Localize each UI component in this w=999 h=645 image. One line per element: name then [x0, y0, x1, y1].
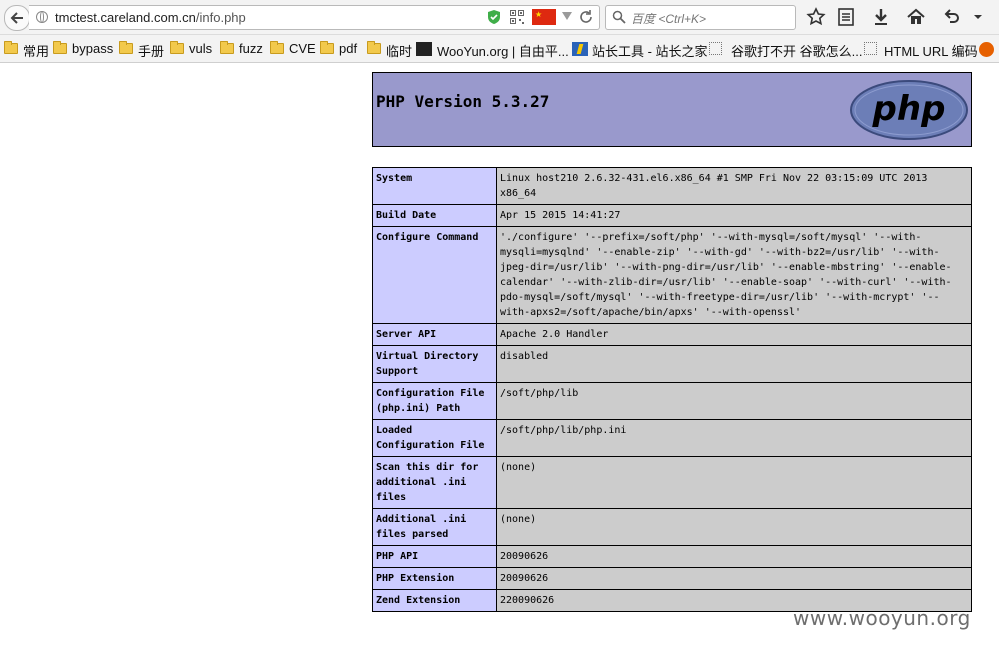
search-placeholder: 百度 <Ctrl+K>	[631, 12, 707, 26]
bookmark-label: 临时	[386, 44, 413, 59]
row-key: PHP API	[372, 545, 497, 568]
chevron-down-icon	[974, 15, 982, 19]
url-text[interactable]: tmctest.careland.com.cn/info.php	[55, 10, 246, 25]
page-icon	[709, 42, 722, 55]
row-value: (none)	[496, 456, 972, 509]
china-flag-icon[interactable]: ★	[532, 9, 556, 25]
page-icon	[864, 42, 877, 55]
table-row: Build Date Apr 15 2015 14:41:27	[372, 204, 972, 227]
bookmark-label: CVE	[289, 41, 316, 56]
back-arrow-icon	[10, 12, 23, 24]
chevron-down-icon[interactable]	[562, 12, 572, 20]
folder-icon	[367, 41, 381, 54]
bookmark-label: 手册	[138, 44, 165, 59]
bookmark-label: 常用	[23, 44, 50, 59]
table-row: Loaded Configuration File/soft/php/lib/p…	[372, 419, 972, 457]
folder-icon	[53, 41, 67, 54]
undo-icon	[944, 9, 959, 23]
bookmark-label: 谷歌打不开 谷歌怎么...	[731, 44, 863, 59]
row-value: Apr 15 2015 14:41:27	[496, 204, 972, 227]
bookmark-item[interactable]	[979, 41, 997, 57]
address-bar[interactable]: tmctest.careland.com.cn/info.php ★	[29, 5, 600, 30]
list-icon	[838, 8, 854, 26]
row-key: Virtual Directory Support	[372, 345, 497, 383]
downloads-button[interactable]	[870, 6, 892, 28]
table-row: Configure Command './configure' '--prefix…	[372, 226, 972, 324]
bookmark-label: HTML URL 编码	[884, 44, 978, 59]
table-row: Scan this dir for additional .ini files(…	[372, 456, 972, 509]
row-value: /soft/php/lib/php.ini	[496, 419, 972, 457]
table-row: Virtual Directory Support disabled	[372, 345, 972, 383]
search-icon	[612, 10, 626, 24]
table-row: PHP Extension 20090626	[372, 567, 972, 590]
bookmark-star-button[interactable]	[805, 6, 827, 28]
row-value: 20090626	[496, 567, 972, 590]
folder-icon	[119, 41, 133, 54]
bookmark-label: WooYun.org | 自由平...	[437, 44, 569, 59]
row-key: Server API	[372, 323, 497, 346]
firefox-icon	[979, 42, 994, 57]
table-row: System Linux host210 2.6.32-431.el6.x86_6…	[372, 167, 972, 205]
phpinfo-table: System Linux host210 2.6.32-431.el6.x86_6…	[372, 167, 972, 612]
row-value: 20090626	[496, 545, 972, 568]
row-key: Configure Command	[372, 226, 497, 324]
reload-icon[interactable]	[578, 9, 594, 25]
wooyun-icon	[416, 42, 432, 56]
url-path: /info.php	[195, 10, 246, 25]
table-row: Server API Apache 2.0 Handler	[372, 323, 972, 346]
row-key: Build Date	[372, 204, 497, 227]
globe-icon	[36, 11, 48, 23]
row-value: /soft/php/lib	[496, 382, 972, 420]
php-version-title: PHP Version 5.3.27	[376, 92, 550, 111]
star-icon	[806, 7, 826, 26]
download-icon	[875, 9, 887, 25]
row-key: Loaded Configuration File	[372, 419, 497, 457]
row-key: Zend Extension	[372, 589, 497, 612]
qr-code-icon[interactable]	[510, 10, 524, 24]
undo-button[interactable]	[941, 6, 963, 28]
php-logo-text: php	[872, 89, 946, 129]
search-bar[interactable]: 百度 <Ctrl+K>	[605, 5, 796, 30]
home-icon	[907, 8, 925, 24]
row-value: './configure' '--prefix=/soft/php' '--wi…	[496, 226, 972, 324]
chinaz-icon	[572, 42, 588, 56]
table-row: Configuration File (php.ini) Path/soft/p…	[372, 382, 972, 420]
row-key: Additional .ini files parsed	[372, 508, 497, 546]
row-key: System	[372, 167, 497, 205]
folder-icon	[220, 41, 234, 54]
navigation-toolbar: tmctest.careland.com.cn/info.php ★ 百度 <C…	[0, 0, 999, 35]
row-key: PHP Extension	[372, 567, 497, 590]
bookmark-label: fuzz	[239, 41, 263, 56]
row-value: Linux host210 2.6.32-431.el6.x86_64 #1 S…	[496, 167, 972, 205]
row-key: Configuration File (php.ini) Path	[372, 382, 497, 420]
folder-icon	[320, 41, 334, 54]
folder-icon	[270, 41, 284, 54]
php-logo[interactable]: php	[849, 79, 969, 141]
table-row: PHP API 20090626	[372, 545, 972, 568]
bookmark-label: bypass	[72, 41, 114, 56]
reading-list-button[interactable]	[835, 6, 857, 28]
row-value: Apache 2.0 Handler	[496, 323, 972, 346]
menu-dropdown-button[interactable]	[972, 6, 984, 28]
bookmark-label: pdf	[339, 41, 358, 56]
row-value: disabled	[496, 345, 972, 383]
row-value: (none)	[496, 508, 972, 546]
watermark: www.wooyun.org	[793, 606, 971, 630]
bookmark-label: vuls	[189, 41, 213, 56]
table-row: Additional .ini files parsed (none)	[372, 508, 972, 546]
folder-icon	[170, 41, 184, 54]
folder-icon	[4, 41, 18, 54]
bookmark-label: 站长工具 - 站长之家	[592, 44, 708, 59]
url-host: tmctest.careland.com.cn	[55, 10, 196, 25]
home-button[interactable]	[905, 6, 927, 28]
shield-icon[interactable]	[487, 9, 501, 25]
back-button[interactable]	[4, 5, 30, 31]
row-key: Scan this dir for additional .ini files	[372, 456, 497, 509]
bookmarks-bar: 常用 bypass 手册 vuls fuzz CVE pdf 临时 WooYun…	[0, 35, 999, 63]
php-header: PHP Version 5.3.27 php	[372, 72, 972, 147]
